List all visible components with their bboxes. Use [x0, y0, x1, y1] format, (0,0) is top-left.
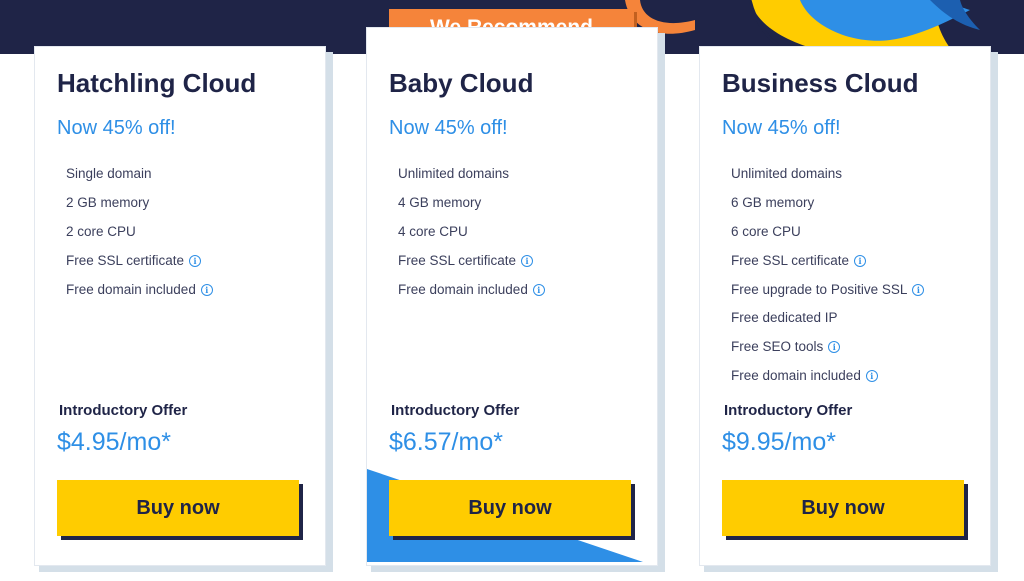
- buy-now-button[interactable]: Buy now: [722, 480, 964, 536]
- info-icon[interactable]: i: [532, 283, 545, 296]
- plan-card-business: Business Cloud Now 45% off! Unlimited do…: [699, 46, 991, 566]
- info-icon[interactable]: i: [865, 369, 878, 382]
- feature-item: Free domain included i: [731, 362, 924, 391]
- plan-card-hatchling: Hatchling Cloud Now 45% off! Single doma…: [34, 46, 326, 566]
- feature-item: Free domain included i: [398, 275, 545, 304]
- info-icon[interactable]: i: [912, 283, 925, 296]
- info-icon[interactable]: i: [854, 254, 867, 267]
- feature-item: Free dedicated IP: [731, 310, 838, 326]
- offer-label: Introductory Offer: [391, 402, 520, 419]
- feature-list: Unlimited domains 6 GB memory 6 core CPU…: [731, 160, 925, 391]
- info-icon[interactable]: i: [521, 254, 534, 267]
- feature-item: 6 GB memory: [731, 195, 815, 211]
- feature-item: Free SSL certificate i: [398, 246, 545, 275]
- offer-label: Introductory Offer: [59, 402, 188, 419]
- discount-text: Now 45% off!: [389, 117, 508, 139]
- feature-item: 6 core CPU: [731, 223, 801, 239]
- feature-item: Free SSL certificate i: [731, 246, 924, 275]
- price-text: $6.57/mo*: [389, 428, 503, 456]
- plan-card-baby: Baby Cloud Now 45% off! Unlimited domain…: [366, 27, 658, 566]
- buy-now-button[interactable]: Buy now: [389, 480, 631, 536]
- offer-label: Introductory Offer: [724, 402, 853, 419]
- feature-item: 2 core CPU: [66, 223, 136, 239]
- feature-list: Unlimited domains 4 GB memory 4 core CPU…: [398, 160, 545, 304]
- feature-item: 2 GB memory: [66, 195, 150, 211]
- plan-title: Business Cloud: [722, 68, 919, 98]
- feature-item: Free domain included i: [66, 275, 213, 304]
- info-icon[interactable]: i: [189, 254, 202, 267]
- discount-text: Now 45% off!: [722, 117, 841, 139]
- feature-item: Unlimited domains: [731, 166, 843, 182]
- feature-list: Single domain 2 GB memory 2 core CPU Fre…: [66, 160, 213, 304]
- feature-item: Free SSL certificate i: [66, 246, 213, 275]
- feature-item: Free SEO tools i: [731, 333, 924, 362]
- feature-item: Single domain: [66, 166, 152, 182]
- plan-title: Baby Cloud: [389, 68, 534, 98]
- info-icon[interactable]: i: [828, 341, 841, 354]
- price-text: $4.95/mo*: [57, 428, 171, 456]
- feature-item: 4 core CPU: [398, 223, 468, 239]
- feature-item: Unlimited domains: [398, 166, 510, 182]
- feature-item: 4 GB memory: [398, 195, 482, 211]
- price-text: $9.95/mo*: [722, 428, 836, 456]
- info-icon[interactable]: i: [200, 283, 213, 296]
- discount-text: Now 45% off!: [57, 117, 176, 139]
- buy-now-button[interactable]: Buy now: [57, 480, 299, 536]
- plan-title: Hatchling Cloud: [57, 68, 257, 98]
- feature-item: Free upgrade to Positive SSL i: [731, 275, 925, 304]
